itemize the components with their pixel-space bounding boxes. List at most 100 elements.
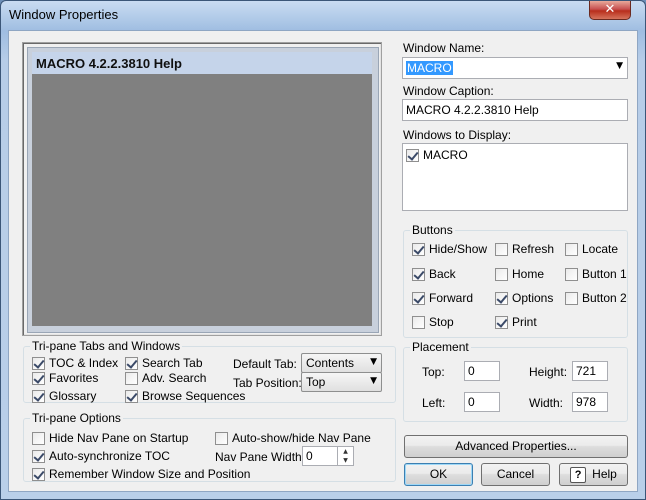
checkbox-label: Locate [582,242,619,256]
checkbox-label: Favorites [49,371,99,385]
checkbox-label: Search Tab [142,356,203,370]
top-input[interactable]: 0 [464,361,500,381]
list-item-label: MACRO [423,148,468,162]
window-name-value: MACRO [406,61,453,75]
spin-down-icon[interactable]: ▼ [338,456,353,465]
checkbox-forward[interactable]: Forward [412,290,473,306]
checkbox-box[interactable] [215,431,228,445]
checkbox-box[interactable] [412,315,425,329]
checkbox-remember-size[interactable]: Remember Window Size and Position [32,466,250,482]
checkbox-box[interactable] [565,242,578,256]
spin-up-icon[interactable]: ▲ [338,447,353,456]
checkbox-box[interactable] [412,267,425,281]
checkbox-hide-nav-pane[interactable]: Hide Nav Pane on Startup [32,430,188,446]
close-button[interactable]: ✕ [589,1,631,20]
nav-pane-width-stepper[interactable]: 0 ▲ ▼ [302,446,354,466]
checkbox-label: Auto-show/hide Nav Pane [232,431,371,445]
preview-body [32,74,372,326]
checkbox-box[interactable] [495,267,508,281]
help-button-label: Help [592,467,617,481]
list-item-macro[interactable]: MACRO [406,147,468,163]
checkbox-box[interactable] [125,371,138,385]
placement-group-title: Placement [410,340,471,354]
checkbox-box[interactable] [32,431,45,445]
checkbox-back[interactable]: Back [412,266,456,282]
default-tab-label: Default Tab: [233,357,297,371]
width-input[interactable]: 978 [572,392,608,412]
checkbox-home[interactable]: Home [495,266,544,282]
height-label: Height: [529,365,568,379]
checkbox-label: Browse Sequences [142,389,246,403]
title-bar[interactable]: Window Properties ✕ [1,1,645,29]
dialog-client-area: MACRO 4.2.2.3810 Help Window Name: MACRO… [8,30,638,492]
checkbox-label: Forward [429,291,474,305]
window-name-combobox[interactable]: MACRO ▼ [402,57,628,79]
tab-position-value: Top [306,375,326,389]
checkbox-box[interactable] [32,389,45,403]
checkbox-label: Auto-synchronize TOC [49,449,170,463]
checkbox-refresh[interactable]: Refresh [495,241,554,257]
checkbox-label: Back [429,267,456,281]
height-input[interactable]: 721 [572,361,608,381]
checkbox-box[interactable] [32,356,45,370]
checkbox-label: TOC & Index [49,356,119,370]
checkbox-label: Print [512,315,537,329]
checkbox-label: Hide Nav Pane on Startup [49,431,189,445]
tab-position-label: Tab Position: [233,376,302,390]
checkbox-glossary[interactable]: Glossary [32,388,96,404]
buttons-group-title: Buttons [410,223,455,237]
window-properties-dialog: Window Properties ✕ MACRO 4.2.2.3810 Hel… [0,0,646,500]
checkbox-adv-search[interactable]: Adv. Search [125,370,206,386]
checkbox-box[interactable] [495,242,508,256]
checkbox-macro[interactable] [406,148,419,162]
checkbox-locate[interactable]: Locate [565,241,618,257]
placement-group: Placement Top: 0 Height: 721 Left: 0 Wid… [403,340,628,422]
checkbox-button-2[interactable]: Button 2 [565,290,627,306]
cancel-button[interactable]: Cancel [481,463,550,486]
left-input[interactable]: 0 [464,392,500,412]
help-button[interactable]: ? Help [559,463,628,486]
checkbox-box[interactable] [412,291,425,305]
window-preview: MACRO 4.2.2.3810 Help [22,42,382,336]
checkbox-box[interactable] [32,449,45,463]
checkbox-box[interactable] [125,356,138,370]
checkbox-box[interactable] [565,291,578,305]
checkbox-auto-sync-toc[interactable]: Auto-synchronize TOC [32,448,170,464]
checkbox-search-tab[interactable]: Search Tab [125,355,203,371]
checkbox-toc-index[interactable]: TOC & Index [32,355,118,371]
checkbox-button-1[interactable]: Button 1 [565,266,627,282]
tab-position-select[interactable]: Top ▼ [301,372,382,392]
checkbox-stop[interactable]: Stop [412,314,454,330]
checkbox-auto-show-hide-nav[interactable]: Auto-show/hide Nav Pane [215,430,371,446]
left-label: Left: [422,396,446,410]
tripane-tabs-group: Tri-pane Tabs and Windows TOC & Index Fa… [23,339,396,404]
window-caption-input[interactable]: MACRO 4.2.2.3810 Help [402,99,628,121]
default-tab-select[interactable]: Contents ▼ [301,353,382,373]
chevron-down-icon[interactable]: ▼ [616,61,623,71]
advanced-properties-button[interactable]: Advanced Properties... [404,435,628,458]
windows-to-display-list[interactable]: MACRO [402,143,628,211]
checkbox-box[interactable] [125,389,138,403]
checkbox-hide-show[interactable]: Hide/Show [412,241,487,257]
ok-button[interactable]: OK [404,463,473,486]
checkbox-favorites[interactable]: Favorites [32,370,98,386]
checkbox-browse-sequences[interactable]: Browse Sequences [125,388,245,404]
checkbox-label: Refresh [512,242,555,256]
default-tab-value: Contents [306,356,355,370]
checkbox-box[interactable] [412,242,425,256]
checkbox-box[interactable] [495,315,508,329]
chevron-down-icon[interactable]: ▼ [370,357,377,367]
checkbox-box[interactable] [495,291,508,305]
checkbox-options[interactable]: Options [495,290,553,306]
checkbox-label: Remember Window Size and Position [49,467,251,481]
window-name-label: Window Name: [403,41,485,55]
checkbox-box[interactable] [565,267,578,281]
tripane-tabs-title: Tri-pane Tabs and Windows [30,339,183,353]
checkbox-print[interactable]: Print [495,314,537,330]
checkbox-label: Adv. Search [142,371,207,385]
checkbox-box[interactable] [32,467,45,481]
checkbox-box[interactable] [32,371,45,385]
preview-frame: MACRO 4.2.2.3810 Help [27,47,379,333]
chevron-down-icon[interactable]: ▼ [370,376,377,386]
help-icon: ? [570,466,587,483]
